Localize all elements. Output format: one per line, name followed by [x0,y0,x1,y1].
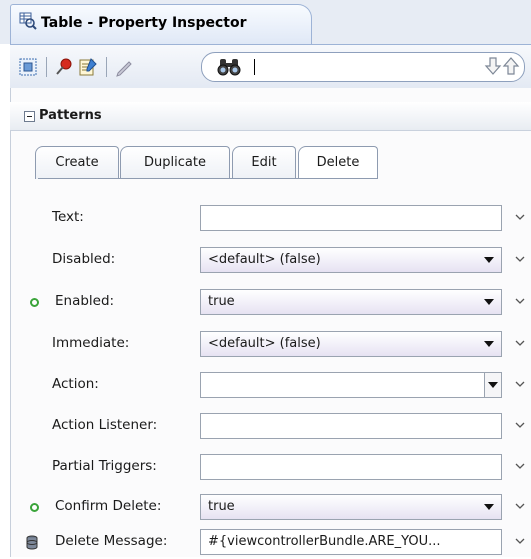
tab-label: Delete [316,155,360,170]
table-inspect-icon [19,12,37,30]
pin-icon[interactable] [54,57,74,77]
field-value: <default> (false) [208,336,321,351]
action-listener-field[interactable] [200,413,502,439]
dropdown-caret-icon [488,382,498,388]
partial-triggers-field[interactable] [200,454,502,480]
database-binding-icon [26,535,38,550]
enabled-select[interactable]: true [200,289,502,315]
property-label: Disabled: [52,251,116,267]
dropdown-caret-icon [484,341,494,347]
collapse-toggle-icon[interactable] [24,111,35,122]
property-row-enabled: Enabled: true [10,287,531,319]
property-set-marker-icon [30,298,39,307]
binoculars-icon[interactable] [216,57,242,77]
text-field[interactable] [200,205,502,231]
chevron-down-icon[interactable] [514,337,526,349]
chevron-down-icon[interactable] [514,535,526,547]
confirm-delete-select[interactable]: true [200,494,502,520]
dropdown-caret-icon [484,299,494,305]
patterns-section-header[interactable]: Patterns [10,102,531,131]
pencil-icon[interactable] [114,57,134,77]
property-label: Enabled: [55,293,115,309]
tab-baseline [38,178,378,179]
chevron-down-icon[interactable] [514,419,526,431]
window-title: Table - Property Inspector [41,15,247,31]
chevron-down-icon[interactable] [514,460,526,472]
field-value: <default> (false) [208,252,321,267]
combo-dropdown-button[interactable] [484,373,501,397]
property-row-delete-message: Delete Message: #{viewcontrollerBundle.A… [10,527,531,559]
property-row-immediate: Immediate: <default> (false) [10,329,531,361]
window-tab-strip: Table - Property Inspector [0,0,531,45]
field-value: true [208,499,235,514]
tab-label: Create [55,155,99,170]
tab-create[interactable]: Create [35,146,119,179]
tab-delete[interactable]: Delete [298,146,378,179]
property-row-partial-triggers: Partial Triggers: [10,452,531,484]
search-caret [254,59,255,75]
chevron-down-icon[interactable] [514,500,526,512]
property-row-text: Text: [10,203,531,235]
property-row-action: Action: [10,370,531,402]
property-label: Delete Message: [55,533,168,549]
property-row-action-listener: Action Listener: [10,411,531,443]
property-label: Immediate: [52,335,130,351]
delete-message-field[interactable]: #{viewcontrollerBundle.ARE_YOU... [200,529,502,555]
chevron-down-icon[interactable] [514,253,526,265]
action-combo[interactable] [200,372,502,398]
chevron-down-icon[interactable] [514,378,526,390]
property-label: Partial Triggers: [52,458,157,474]
dropdown-caret-icon [484,504,494,510]
chevron-down-icon[interactable] [514,211,526,223]
immediate-select[interactable]: <default> (false) [200,331,502,357]
property-row-disabled: Disabled: <default> (false) [10,245,531,277]
property-set-marker-icon [30,503,39,512]
toolbar-separator [106,57,107,77]
arrow-up-icon[interactable] [502,56,520,76]
toolbar-separator [46,57,47,77]
tab-label: Edit [251,155,277,170]
arrow-down-icon[interactable] [484,56,502,76]
section-title: Patterns [39,108,102,123]
property-label: Confirm Delete: [55,498,162,514]
property-label: Action Listener: [52,417,158,433]
dropdown-caret-icon [484,257,494,263]
search-field[interactable] [201,52,525,82]
tab-duplicate[interactable]: Duplicate [120,146,230,179]
toolbar [10,44,531,90]
field-value: #{viewcontrollerBundle.ARE_YOU... [208,534,441,549]
property-row-confirm-delete: Confirm Delete: true [10,492,531,524]
property-label: Text: [52,209,84,225]
edit-form-icon[interactable] [78,57,98,77]
chevron-down-icon[interactable] [514,295,526,307]
tab-label: Duplicate [144,155,206,170]
field-value: true [208,294,235,309]
property-label: Action: [52,376,99,392]
select-region-icon[interactable] [18,57,38,77]
tab-edit[interactable]: Edit [232,146,296,179]
disabled-select[interactable]: <default> (false) [200,247,502,273]
property-inspector-tab[interactable]: Table - Property Inspector [10,4,312,45]
